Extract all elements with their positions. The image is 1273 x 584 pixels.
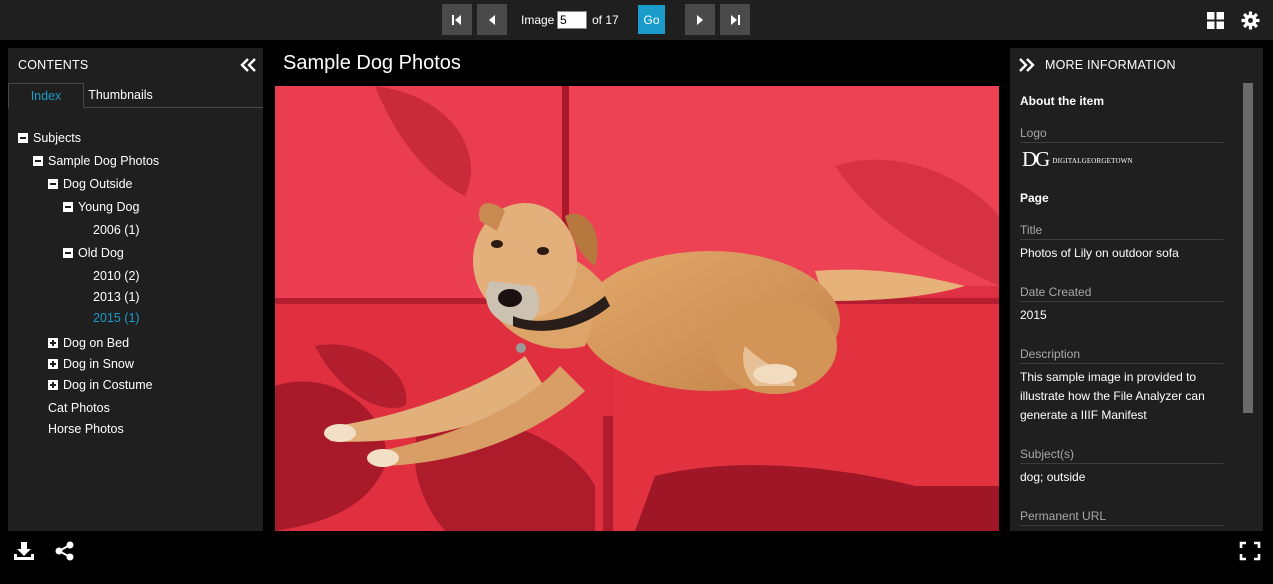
collapse-toggle-icon[interactable]	[48, 179, 58, 189]
date-created-label: Date Created	[1020, 285, 1223, 302]
tab-index[interactable]: Index	[8, 83, 84, 108]
tree-item-label: Dog in Costume	[63, 378, 153, 392]
tree-item-label: Dog Outside	[63, 177, 133, 191]
tree-item-label: Old Dog	[78, 246, 124, 260]
tree-item-dog-on-bed[interactable]: Dog on Bed	[48, 336, 129, 350]
collapse-toggle-icon[interactable]	[18, 133, 28, 143]
expand-toggle-icon[interactable]	[48, 338, 58, 348]
title-value: Photos of Lily on outdoor sofa	[1020, 246, 1179, 260]
tree-item-label: Dog in Snow	[63, 357, 134, 371]
tree-item-horse-photos[interactable]: Horse Photos	[48, 422, 124, 436]
dog-on-sofa-image	[275, 86, 999, 531]
tree-item-label: Young Dog	[78, 200, 140, 214]
about-item-heading: About the item	[1020, 94, 1104, 108]
contents-panel: CONTENTS Index Thumbnails Subjects Sampl…	[8, 48, 263, 531]
tree-item-label: Dog on Bed	[63, 336, 130, 350]
page-count-label: of 17	[592, 13, 619, 27]
gear-icon	[1240, 10, 1260, 30]
page-title: Sample Dog Photos	[283, 52, 461, 74]
gallery-view-button[interactable]	[1205, 10, 1225, 30]
description-label: Description	[1020, 347, 1223, 364]
page-number-input[interactable]	[557, 11, 587, 29]
collapse-left-icon[interactable]	[239, 57, 257, 73]
go-button[interactable]: Go	[638, 5, 665, 34]
tree-item-2006[interactable]: 2006 (1)	[93, 223, 140, 237]
tree-item-dog-in-costume[interactable]: Dog in Costume	[48, 378, 153, 392]
subjects-value: dog; outside	[1020, 470, 1086, 484]
contents-tabs: Index Thumbnails	[8, 83, 263, 108]
contents-title: CONTENTS	[18, 58, 89, 72]
logo-label: Logo	[1020, 126, 1223, 143]
expand-toggle-icon[interactable]	[48, 380, 58, 390]
fullscreen-icon[interactable]	[1239, 541, 1261, 561]
tree-item-sample-dog-photos[interactable]: Sample Dog Photos	[33, 154, 159, 168]
tree-item-2010[interactable]: 2010 (2)	[93, 269, 140, 283]
logo-text: DIGITALGEORGETOWN	[1052, 156, 1133, 165]
tree-item-cat-photos[interactable]: Cat Photos	[48, 401, 110, 415]
page-heading: Page	[1020, 191, 1049, 205]
tree-item-subjects[interactable]: Subjects	[18, 131, 81, 145]
collapse-right-icon[interactable]	[1018, 57, 1036, 73]
tree-item-dog-outside[interactable]: Dog Outside	[48, 177, 132, 191]
first-page-icon	[452, 14, 461, 25]
next-page-icon	[697, 14, 703, 25]
tree-item-2015-selected[interactable]: 2015 (1)	[93, 311, 140, 325]
tree-item-label: Subjects	[33, 131, 81, 145]
tree-item-old-dog[interactable]: Old Dog	[63, 246, 124, 260]
grid-icon	[1206, 11, 1224, 29]
tree-item-2013[interactable]: 2013 (1)	[93, 290, 140, 304]
title-label: Title	[1020, 223, 1223, 240]
more-information-panel: MORE INFORMATION About the item Logo DG …	[1010, 48, 1263, 531]
image-label: Image	[521, 13, 555, 27]
more-information-title: MORE INFORMATION	[1045, 58, 1176, 72]
date-created-value: 2015	[1020, 308, 1047, 322]
metadata-scrollbar[interactable]	[1243, 83, 1253, 413]
digital-georgetown-logo[interactable]: DG DIGITALGEORGETOWN	[1022, 146, 1133, 171]
tree-item-label: Sample Dog Photos	[48, 154, 160, 168]
tree-item-dog-in-snow[interactable]: Dog in Snow	[48, 357, 134, 371]
collapse-toggle-icon[interactable]	[63, 202, 73, 212]
last-page-button[interactable]	[720, 4, 750, 35]
collapse-toggle-icon[interactable]	[33, 156, 43, 166]
last-page-icon	[731, 14, 740, 25]
subjects-label: Subject(s)	[1020, 447, 1223, 464]
tab-thumbnails[interactable]: Thumbnails	[84, 83, 157, 108]
next-page-button[interactable]	[685, 4, 715, 35]
description-value: This sample image in provided to illustr…	[1020, 370, 1205, 422]
previous-page-icon	[489, 14, 495, 25]
expand-toggle-icon[interactable]	[48, 359, 58, 369]
collapse-toggle-icon[interactable]	[63, 248, 73, 258]
download-icon[interactable]	[13, 541, 35, 561]
logo-mark: DG	[1022, 146, 1050, 171]
share-icon[interactable]	[54, 541, 76, 561]
settings-button[interactable]	[1240, 10, 1260, 30]
permanent-url-label: Permanent URL	[1020, 509, 1223, 526]
dog-photo[interactable]	[275, 86, 999, 531]
tree-item-young-dog[interactable]: Young Dog	[63, 200, 139, 214]
top-toolbar: Image of 17 Go	[0, 0, 1273, 40]
previous-page-button[interactable]	[477, 4, 507, 35]
first-page-button[interactable]	[442, 4, 472, 35]
